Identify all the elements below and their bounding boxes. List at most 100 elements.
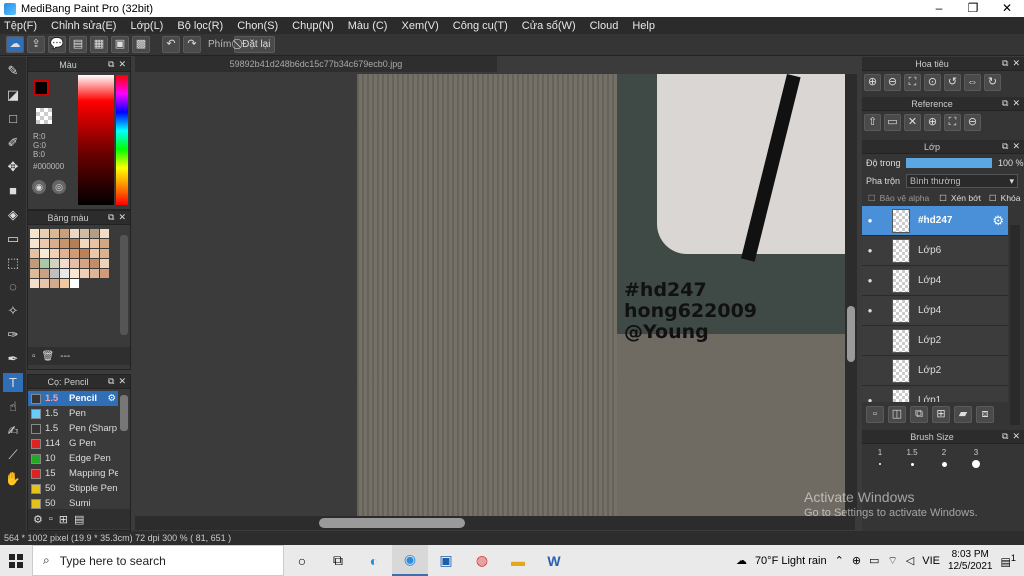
minimize-button[interactable]: – bbox=[922, 0, 956, 17]
fit-icon[interactable]: ⛶ bbox=[904, 74, 921, 91]
color-swatch[interactable] bbox=[30, 269, 39, 278]
operation-tool-icon[interactable]: ☝ bbox=[3, 397, 23, 416]
color-swatch[interactable] bbox=[40, 279, 49, 288]
rotate-right-icon[interactable]: ↻ bbox=[984, 74, 1001, 91]
brush-item[interactable]: 50 Stipple Pen bbox=[28, 481, 118, 496]
new-brush-icon[interactable]: ▫ bbox=[49, 513, 53, 525]
color-swatch[interactable] bbox=[90, 239, 99, 248]
transparent-swatch[interactable] bbox=[36, 108, 52, 124]
brush-tool-icon[interactable]: ✎ bbox=[3, 61, 23, 80]
weather-icon[interactable]: ☁ bbox=[736, 554, 747, 567]
text-tool-icon[interactable]: T bbox=[3, 373, 23, 392]
color-swatch[interactable] bbox=[80, 229, 89, 238]
file-explorer-icon[interactable]: ▬ bbox=[500, 545, 536, 576]
color-swatch[interactable] bbox=[60, 269, 69, 278]
cortana-icon[interactable]: ○ bbox=[284, 545, 320, 576]
grid-icon[interactable]: ▩ bbox=[132, 36, 150, 53]
hand-tool-icon[interactable]: ✋ bbox=[3, 469, 23, 488]
brush-size-3[interactable]: 3 bbox=[962, 448, 990, 472]
close-icon[interactable]: ✕ bbox=[118, 376, 126, 387]
menu-select[interactable]: Chọn(S) bbox=[237, 20, 278, 32]
layer-settings-gear-icon[interactable]: ⚙ bbox=[992, 213, 1004, 229]
undo-icon[interactable]: ↶ bbox=[162, 36, 180, 53]
menu-capture[interactable]: Chụp(N) bbox=[292, 20, 334, 32]
brush-size-1-5[interactable]: 1.5 bbox=[898, 448, 926, 472]
brush-item[interactable]: 1.5 Pen (Sharp bbox=[28, 421, 118, 436]
rotate-left-icon[interactable]: ↺ bbox=[944, 74, 961, 91]
vertical-scroll-thumb[interactable] bbox=[847, 306, 855, 362]
color-swatch[interactable] bbox=[30, 229, 39, 238]
brush-item[interactable]: 15 Mapping Pe bbox=[28, 466, 118, 481]
add-brush-icon[interactable]: ⊞ bbox=[59, 513, 68, 526]
color-swatch[interactable] bbox=[90, 249, 99, 258]
cloud-icon[interactable]: ☁ bbox=[6, 36, 24, 53]
select-pen-icon[interactable]: ✑ bbox=[3, 325, 23, 344]
menu-cloud[interactable]: Cloud bbox=[590, 20, 619, 32]
brush-settings-icon[interactable]: ⚙ bbox=[33, 513, 43, 526]
layer-scrollbar[interactable] bbox=[1010, 225, 1020, 425]
menu-layer[interactable]: Lớp(L) bbox=[130, 20, 163, 32]
opacity-slider[interactable] bbox=[906, 158, 992, 168]
color-swatch[interactable] bbox=[70, 259, 79, 268]
color-swatch[interactable] bbox=[60, 229, 69, 238]
color-swatch[interactable] bbox=[100, 249, 109, 258]
layer-row[interactable]: ● Lớp4 bbox=[862, 266, 1008, 296]
color-swatch[interactable] bbox=[30, 259, 39, 268]
clock[interactable]: 8:03 PM 12/5/2021 bbox=[948, 549, 993, 573]
chrome-icon[interactable]: ◍ bbox=[464, 545, 500, 576]
close-button[interactable]: ✕ bbox=[990, 0, 1024, 17]
edge-icon[interactable]: ◐ bbox=[356, 545, 392, 576]
fill-rect-icon[interactable]: ■ bbox=[3, 181, 23, 200]
brush-scrollbar[interactable] bbox=[120, 395, 128, 431]
new-layer-icon[interactable]: ▫ bbox=[866, 405, 884, 423]
windows-start-icon[interactable] bbox=[0, 545, 32, 576]
new-halftone-layer-icon[interactable]: ◫ bbox=[888, 405, 906, 423]
taskbar-search[interactable]: ⌕ Type here to search bbox=[32, 545, 284, 576]
delete-swatch-icon[interactable]: 🗑 bbox=[42, 351, 55, 362]
color-swatch[interactable] bbox=[50, 259, 59, 268]
gradient-tool-icon[interactable]: ▭ bbox=[3, 229, 23, 248]
lock-checkbox[interactable]: ☐ bbox=[989, 193, 997, 204]
menu-file[interactable]: Tệp(F) bbox=[4, 20, 37, 32]
bucket-tool-icon[interactable]: ◈ bbox=[3, 205, 23, 224]
undock-icon[interactable]: ⧉ bbox=[108, 59, 114, 70]
undock-icon[interactable]: ⧉ bbox=[108, 376, 114, 387]
layer-row[interactable]: Lớp2 bbox=[862, 356, 1008, 386]
brush-menu-icon[interactable]: ▤ bbox=[74, 513, 84, 526]
task-view-icon[interactable]: ⧉ bbox=[320, 545, 356, 576]
vertical-scrollbar[interactable] bbox=[845, 74, 857, 516]
brush-item[interactable]: 1.5 Pen bbox=[28, 406, 118, 421]
remove-icon[interactable]: ✕ bbox=[904, 114, 921, 131]
artwork-image[interactable]: #hd247 hong622009 @Young bbox=[357, 74, 857, 516]
medibang-icon[interactable]: ◉ bbox=[392, 545, 428, 576]
protect-alpha-checkbox[interactable]: ☐ bbox=[868, 193, 876, 204]
menu-help[interactable]: Help bbox=[632, 20, 655, 32]
zoom-in-icon[interactable]: ⊕ bbox=[924, 114, 941, 131]
close-icon[interactable]: ✕ bbox=[1012, 141, 1020, 152]
dot-tool-icon[interactable]: ✐ bbox=[3, 133, 23, 152]
weather-text[interactable]: 70°F Light rain bbox=[755, 555, 827, 567]
color-swatch[interactable] bbox=[40, 239, 49, 248]
word-icon[interactable]: W bbox=[536, 545, 572, 576]
color-swatch[interactable] bbox=[100, 229, 109, 238]
undock-icon[interactable]: ⧉ bbox=[1002, 98, 1008, 109]
color-swatch[interactable] bbox=[50, 269, 59, 278]
menu-view[interactable]: Xem(V) bbox=[401, 20, 438, 32]
color-swatch[interactable] bbox=[100, 259, 109, 268]
palette-icon[interactable]: ◉ bbox=[32, 180, 46, 194]
brush-item[interactable]: 1.5 Pencil ⚙ bbox=[28, 391, 118, 406]
color-swatch[interactable] bbox=[90, 269, 99, 278]
color-swatch[interactable] bbox=[60, 279, 69, 288]
close-icon[interactable]: ✕ bbox=[118, 212, 126, 223]
eraser-tool-icon[interactable]: ◪ bbox=[3, 85, 23, 104]
saturation-value-picker[interactable] bbox=[78, 75, 114, 205]
brush-item[interactable]: 10 Edge Pen bbox=[28, 451, 118, 466]
undock-icon[interactable]: ⧉ bbox=[1002, 141, 1008, 152]
merge-layer-icon[interactable]: ⧈ bbox=[976, 405, 994, 423]
move-tool-icon[interactable]: ✥ bbox=[3, 157, 23, 176]
page-icon[interactable]: ▦ bbox=[90, 36, 108, 53]
layer-row[interactable]: Lớp2 bbox=[862, 326, 1008, 356]
color-swatch[interactable] bbox=[40, 259, 49, 268]
layer-row[interactable]: ● Lớp6 bbox=[862, 236, 1008, 266]
material-icon[interactable]: ▤ bbox=[69, 36, 87, 53]
